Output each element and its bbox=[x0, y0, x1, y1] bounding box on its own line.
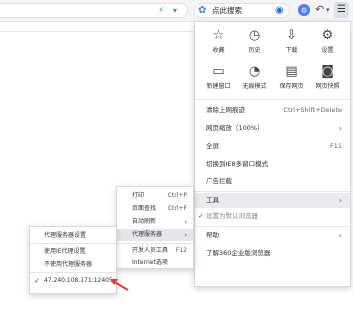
chevron-right-icon: › bbox=[338, 231, 342, 240]
submenu-item-auto-refresh[interactable]: 自动刷新 › bbox=[117, 216, 193, 228]
submenu-item-shortcut: Ctrl+P bbox=[167, 192, 187, 199]
menu-item-label: 全屏 bbox=[206, 142, 219, 150]
menu-item-clear-history[interactable]: 清除上网痕迹 Ctrl+Shift+Delete bbox=[195, 103, 350, 118]
proxy-separator bbox=[30, 243, 116, 244]
submenu-item-label: 自动刷新 bbox=[132, 218, 157, 225]
menu-item-about-enterprise[interactable]: 了解360企业版浏览器 bbox=[195, 246, 350, 261]
menu-settings[interactable]: ⚙ 设置 bbox=[312, 22, 343, 58]
incognito-icon: ◔ bbox=[248, 64, 261, 79]
menu-button[interactable]: ☰ bbox=[334, 2, 349, 18]
proxy-submenu: 代理服务器设置 使用IE代理设置 不使用代理服务器 ✓ 47.240.108.1… bbox=[29, 226, 117, 294]
proxy-item-use-ie[interactable]: 使用IE代理设置 bbox=[30, 246, 116, 258]
submenu-item-label: 代理服务器 bbox=[132, 231, 163, 238]
menu-separator bbox=[195, 191, 350, 192]
main-menu: ☆ 收藏 ◷ 历史 ⇩ 下载 ⚙ 设置 ▭ 新建窗口 ◔ 无痕模式 ▤ 保存网页… bbox=[194, 21, 351, 287]
submenu-item-shortcut: Ctrl+F bbox=[167, 205, 187, 212]
submenu-item-label: Internet选项 bbox=[132, 259, 168, 266]
menu-save-page[interactable]: ▤ 保存网页 bbox=[276, 58, 307, 94]
chevron-right-icon: › bbox=[338, 196, 342, 205]
divider bbox=[0, 31, 200, 32]
proxy-item-label: 不使用代理服务器 bbox=[44, 261, 93, 268]
submenu-item-devtools[interactable]: 开发人员工具 F12 bbox=[117, 245, 193, 257]
menu-item-label: 工具 bbox=[206, 196, 219, 204]
chevron-right-icon: › bbox=[184, 218, 187, 226]
menu-item-set-default[interactable]: ✓ 设置为默认浏览器 bbox=[195, 209, 350, 224]
menu-snapshot-label: 网页快照 bbox=[315, 83, 340, 90]
submenu-item-find[interactable]: 页面查找 Ctrl+F bbox=[117, 203, 193, 215]
submenu-separator bbox=[117, 243, 193, 244]
search-placeholder: 点此搜索 bbox=[212, 6, 242, 15]
camera-icon: ◙ bbox=[321, 64, 334, 79]
bolt-icon[interactable]: ⚡ bbox=[158, 4, 164, 18]
menu-separator bbox=[195, 99, 350, 100]
menu-snapshot[interactable]: ◙ 网页快照 bbox=[312, 58, 343, 94]
chevron-down-icon[interactable]: ▾ bbox=[173, 4, 177, 18]
menu-item-help[interactable]: 帮助 › bbox=[195, 228, 350, 243]
menu-new-window[interactable]: ▭ 新建窗口 bbox=[203, 58, 234, 94]
submenu-item-label: 页面查找 bbox=[132, 205, 157, 212]
menu-save-page-label: 保存网页 bbox=[279, 83, 304, 90]
menu-item-zoom[interactable]: 网页缩放（100%） › bbox=[195, 121, 350, 136]
chevron-right-icon: › bbox=[338, 124, 342, 133]
download-icon: ⇩ bbox=[286, 28, 297, 43]
menu-item-shortcut: F11 bbox=[329, 142, 342, 150]
menu-downloads[interactable]: ⇩ 下载 bbox=[276, 22, 307, 58]
menu-item-ad-block[interactable]: 广告拦截 bbox=[195, 174, 350, 189]
clock-icon: ◷ bbox=[248, 28, 261, 43]
menu-item-shortcut: Ctrl+Shift+Delete bbox=[283, 106, 342, 114]
undo-chevron-icon[interactable]: ▾ bbox=[326, 3, 330, 17]
new-window-icon: ▭ bbox=[212, 64, 225, 79]
menu-downloads-label: 下载 bbox=[285, 47, 298, 54]
check-icon: ✓ bbox=[198, 212, 204, 220]
proxy-item-label: 使用IE代理设置 bbox=[44, 248, 86, 255]
menu-new-window-label: 新建窗口 bbox=[206, 83, 231, 90]
menu-favorites-label: 收藏 bbox=[212, 47, 225, 54]
menu-item-fullscreen[interactable]: 全屏 F11 bbox=[195, 139, 350, 154]
menu-item-label: 帮助 bbox=[206, 231, 219, 239]
star-icon: ☆ bbox=[212, 28, 225, 43]
proxy-item-settings[interactable]: 代理服务器设置 bbox=[30, 230, 116, 242]
check-icon: ✓ bbox=[34, 277, 40, 285]
submenu-item-internet-options[interactable]: Internet选项 bbox=[117, 257, 193, 269]
menu-item-label: 了解360企业版浏览器 bbox=[206, 249, 271, 257]
menu-item-label: 网页缩放（100%） bbox=[206, 124, 264, 132]
proxy-item-custom-server[interactable]: ✓ 47.240.108.171:12405 bbox=[30, 275, 116, 287]
menu-item-label: 设置为默认浏览器 bbox=[206, 212, 258, 220]
submenu-item-shortcut: F12 bbox=[175, 247, 187, 254]
menu-settings-label: 设置 bbox=[321, 47, 334, 54]
submenu-item-label: 开发人员工具 bbox=[132, 247, 169, 254]
undo-icon[interactable]: ↶ bbox=[315, 3, 324, 17]
menu-item-tools[interactable]: 工具 › bbox=[195, 193, 350, 208]
address-bar[interactable]: ⚡ ▾ bbox=[0, 3, 188, 18]
tools-submenu: 打印 Ctrl+P 页面查找 Ctrl+F 自动刷新 › 代理服务器 › 开发人… bbox=[116, 186, 194, 269]
extension-icon[interactable]: ◍ bbox=[298, 4, 310, 16]
submenu-item-proxy[interactable]: 代理服务器 › bbox=[117, 229, 193, 241]
menu-item-label: 广告拦截 bbox=[206, 177, 232, 185]
submenu-item-print[interactable]: 打印 Ctrl+P bbox=[117, 190, 193, 202]
menu-history-label: 历史 bbox=[248, 47, 261, 54]
annotation-arrow-icon bbox=[110, 279, 129, 291]
menu-incognito-label: 无痕模式 bbox=[242, 83, 267, 90]
browser-toolbar: ⚡ ▾ ✿ 点此搜索 ◉ ◍ ↶ ▾ ☰ bbox=[0, 0, 353, 22]
search-logo-icon: ✿ bbox=[198, 5, 207, 16]
save-icon: ▤ bbox=[285, 64, 298, 79]
menu-item-label: 清除上网痕迹 bbox=[206, 106, 245, 114]
search-box[interactable]: ✿ 点此搜索 ◉ bbox=[194, 3, 290, 18]
search-question-icon[interactable]: ◉ bbox=[275, 5, 284, 17]
menu-favorites[interactable]: ☆ 收藏 bbox=[203, 22, 234, 58]
submenu-item-label: 打印 bbox=[132, 192, 145, 199]
menu-item-ie8-mode[interactable]: 切换到IE8多窗口模式 bbox=[195, 157, 350, 172]
proxy-item-no-proxy[interactable]: 不使用代理服务器 bbox=[30, 259, 116, 271]
gear-icon: ⚙ bbox=[321, 28, 334, 43]
proxy-separator bbox=[30, 272, 116, 273]
menu-history[interactable]: ◷ 历史 bbox=[239, 22, 270, 58]
menu-item-label: 切换到IE8多窗口模式 bbox=[206, 160, 269, 168]
menu-separator bbox=[195, 226, 350, 227]
menu-incognito[interactable]: ◔ 无痕模式 bbox=[239, 58, 270, 94]
proxy-item-label: 代理服务器设置 bbox=[44, 232, 87, 239]
chevron-right-icon: › bbox=[184, 231, 187, 239]
proxy-item-label: 47.240.108.171:12405 bbox=[44, 277, 113, 284]
